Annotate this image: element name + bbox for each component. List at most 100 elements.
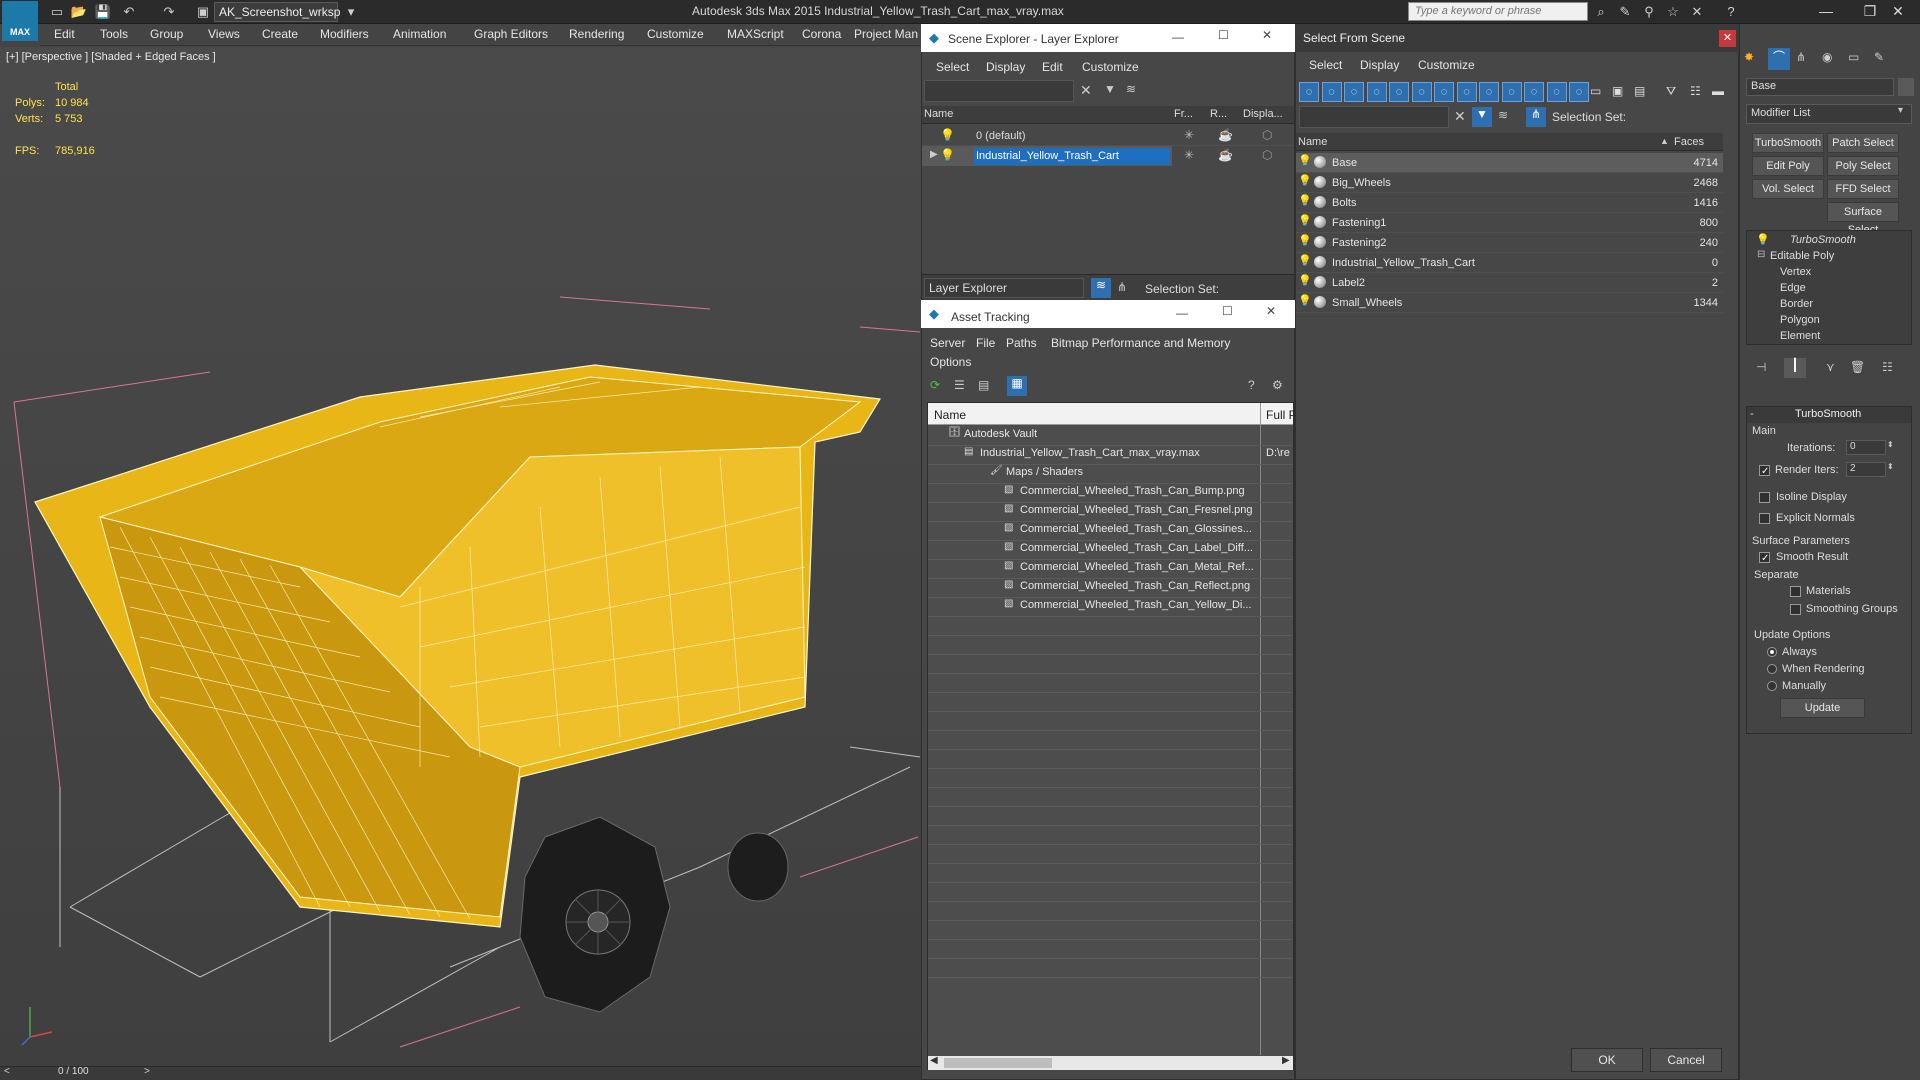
project-folder-icon[interactable]: ▣ bbox=[194, 3, 212, 21]
show-end-result-icon[interactable]: ┃ bbox=[1784, 358, 1806, 378]
undo-icon[interactable]: ↶ bbox=[120, 3, 138, 21]
render-teapot-icon[interactable]: ☕ bbox=[1218, 148, 1233, 162]
at-menu-paths[interactable]: Paths bbox=[1006, 336, 1037, 350]
at-scroll-thumb[interactable] bbox=[944, 1058, 1052, 1068]
at-menu-bitmap-perf[interactable]: Bitmap Performance and Memory bbox=[1051, 336, 1230, 350]
collapse-icon[interactable]: ⊟ bbox=[1757, 249, 1765, 260]
display-lights-icon[interactable]: ◌ bbox=[1344, 82, 1364, 102]
se-filter-icon[interactable]: ▼ bbox=[1104, 82, 1116, 96]
stack-vertex[interactable]: Vertex bbox=[1780, 266, 1811, 278]
asset-row[interactable] bbox=[928, 845, 1293, 864]
se-explorer-dropdown[interactable]: Layer Explorer bbox=[924, 278, 1084, 298]
at-col-divider[interactable] bbox=[1260, 403, 1261, 425]
hierarchy-tab-icon[interactable]: ⋔ bbox=[1796, 50, 1806, 64]
cancel-button[interactable]: Cancel bbox=[1650, 1048, 1722, 1072]
make-unique-icon[interactable]: ⋎ bbox=[1826, 360, 1835, 374]
scroll-left-icon[interactable]: ◀ bbox=[930, 1055, 938, 1066]
asset-row[interactable] bbox=[928, 769, 1293, 788]
light-bulb-icon[interactable]: 💡 bbox=[940, 148, 955, 162]
at-col-path[interactable]: Full P bbox=[1266, 408, 1297, 422]
at-menu-server[interactable]: Server bbox=[930, 336, 965, 350]
modify-tab-icon[interactable]: ⌒ bbox=[1768, 48, 1790, 70]
se-search-field[interactable] bbox=[924, 80, 1074, 102]
menu-group[interactable]: Group bbox=[150, 27, 183, 41]
se-col-render[interactable]: R... bbox=[1210, 108, 1227, 120]
se-col-name[interactable]: Name bbox=[924, 108, 953, 120]
workspace-chevron-icon[interactable]: ▾ bbox=[342, 3, 360, 21]
asset-row-name[interactable]: Commercial_Wheeled_Trash_Can_Glossines..… bbox=[1020, 523, 1252, 535]
se-menu-edit[interactable]: Edit bbox=[1042, 60, 1063, 74]
asset-row[interactable] bbox=[928, 959, 1293, 978]
sfs-col-faces[interactable]: Faces bbox=[1674, 136, 1704, 148]
display-frozen-icon[interactable]: ◌ bbox=[1524, 82, 1544, 102]
menu-rendering[interactable]: Rendering bbox=[569, 27, 624, 41]
poly-select-button[interactable]: Poly Select bbox=[1827, 156, 1899, 176]
sfs-menu-customize[interactable]: Customize bbox=[1418, 58, 1475, 72]
stack-turbosmooth[interactable]: TurboSmooth bbox=[1790, 234, 1856, 246]
refresh-icon[interactable]: ⟳ bbox=[930, 378, 940, 392]
asset-row-name[interactable]: Maps / Shaders bbox=[1006, 466, 1083, 478]
display-xrefs-icon[interactable]: ◌ bbox=[1456, 82, 1477, 102]
redo-icon[interactable]: ↷ bbox=[160, 3, 178, 21]
asset-tracking-maximize-icon[interactable]: ☐ bbox=[1222, 304, 1233, 318]
menu-edit[interactable]: Edit bbox=[54, 27, 75, 41]
light-bulb-icon[interactable]: 💡 bbox=[1298, 194, 1312, 207]
minimize-window-icon[interactable]: — bbox=[1804, 0, 1848, 24]
light-bulb-icon[interactable]: 💡 bbox=[1298, 154, 1312, 167]
asset-row[interactable] bbox=[928, 883, 1293, 902]
asset-row[interactable] bbox=[928, 750, 1293, 769]
object-color-swatch[interactable] bbox=[1898, 78, 1914, 96]
asset-row[interactable] bbox=[928, 788, 1293, 807]
scroll-right-icon[interactable]: ▶ bbox=[1282, 1055, 1290, 1066]
turbosmooth-button[interactable]: TurboSmooth bbox=[1752, 133, 1824, 153]
se-layer-add-icon[interactable]: ≋ bbox=[1126, 82, 1136, 96]
pin-stack-icon[interactable]: ⊣ bbox=[1756, 360, 1766, 374]
display-shapes-icon[interactable]: ◌ bbox=[1321, 82, 1342, 102]
menu-corona[interactable]: Corona bbox=[802, 27, 841, 41]
sort-icon[interactable]: ☷ bbox=[1690, 84, 1701, 98]
app-logo-icon[interactable]: MAX bbox=[2, 1, 38, 41]
save-icon[interactable]: 💾 bbox=[94, 3, 112, 21]
sfs-menu-select[interactable]: Select bbox=[1309, 58, 1342, 72]
stack-border[interactable]: Border bbox=[1780, 298, 1813, 310]
utilities-tab-icon[interactable]: ✎ bbox=[1874, 50, 1884, 64]
freeze-icon[interactable]: ✳ bbox=[1184, 148, 1194, 162]
se-col-display[interactable]: Displa... bbox=[1243, 108, 1283, 120]
stack-editable-poly[interactable]: Editable Poly bbox=[1770, 250, 1834, 262]
thumbnail-view-icon[interactable]: ▤ bbox=[978, 378, 989, 392]
se-menu-display[interactable]: Display bbox=[986, 60, 1025, 74]
motion-tab-icon[interactable]: ◉ bbox=[1822, 50, 1832, 64]
close-window-icon[interactable]: ✕ bbox=[1876, 0, 1920, 24]
light-bulb-icon[interactable]: 💡 bbox=[1298, 294, 1312, 307]
explicit-normals-checkbox[interactable] bbox=[1759, 513, 1770, 524]
asset-row[interactable] bbox=[928, 940, 1293, 959]
asset-tracking-minimize-icon[interactable]: — bbox=[1176, 306, 1188, 320]
tools-icon[interactable]: ✎ bbox=[1616, 3, 1634, 21]
object-name-field[interactable]: Base bbox=[1746, 78, 1894, 96]
time-prev-icon[interactable]: < bbox=[4, 1066, 10, 1077]
display-containers-icon[interactable]: ◌ bbox=[1501, 82, 1522, 102]
display-geometry-icon[interactable]: ◌ bbox=[1299, 82, 1319, 102]
display-box-icon[interactable]: ⬡ bbox=[1262, 128, 1272, 142]
manually-radio[interactable] bbox=[1767, 681, 1777, 691]
asset-row-name[interactable]: Autodesk Vault bbox=[964, 428, 1037, 440]
list-view-icon[interactable]: ☰ bbox=[954, 378, 965, 392]
sfs-filter-icon[interactable]: ▼ bbox=[1472, 107, 1492, 127]
when-rendering-radio[interactable] bbox=[1767, 664, 1777, 674]
se-menu-select[interactable]: Select bbox=[936, 60, 969, 74]
sfs-clear-icon[interactable]: ✕ bbox=[1454, 108, 1466, 125]
sfs-col-name[interactable]: Name bbox=[1298, 136, 1327, 148]
display-all-icon[interactable]: ◌ bbox=[1569, 82, 1589, 102]
sfs-hierarchy-icon[interactable]: ⋔ bbox=[1526, 107, 1546, 127]
asset-row-name[interactable]: Commercial_Wheeled_Trash_Can_Bump.png bbox=[1020, 485, 1245, 497]
menu-graph-editors[interactable]: Graph Editors bbox=[474, 27, 548, 41]
spinner-arrows-icon[interactable]: ⬍ bbox=[1887, 462, 1894, 471]
display-bones-icon[interactable]: ◌ bbox=[1479, 82, 1499, 102]
asset-row-name[interactable]: Commercial_Wheeled_Trash_Can_Fresnel.png bbox=[1020, 504, 1253, 516]
asset-row-name[interactable]: Commercial_Wheeled_Trash_Can_Reflect.png bbox=[1020, 580, 1250, 592]
isoline-checkbox[interactable] bbox=[1759, 492, 1770, 503]
menu-maxscript[interactable]: MAXScript bbox=[727, 27, 784, 41]
filter-icon[interactable]: ⛛ bbox=[1666, 84, 1676, 99]
hierarchy-mode-icon[interactable]: ⋔ bbox=[1117, 280, 1127, 294]
menu-customize[interactable]: Customize bbox=[647, 27, 704, 41]
